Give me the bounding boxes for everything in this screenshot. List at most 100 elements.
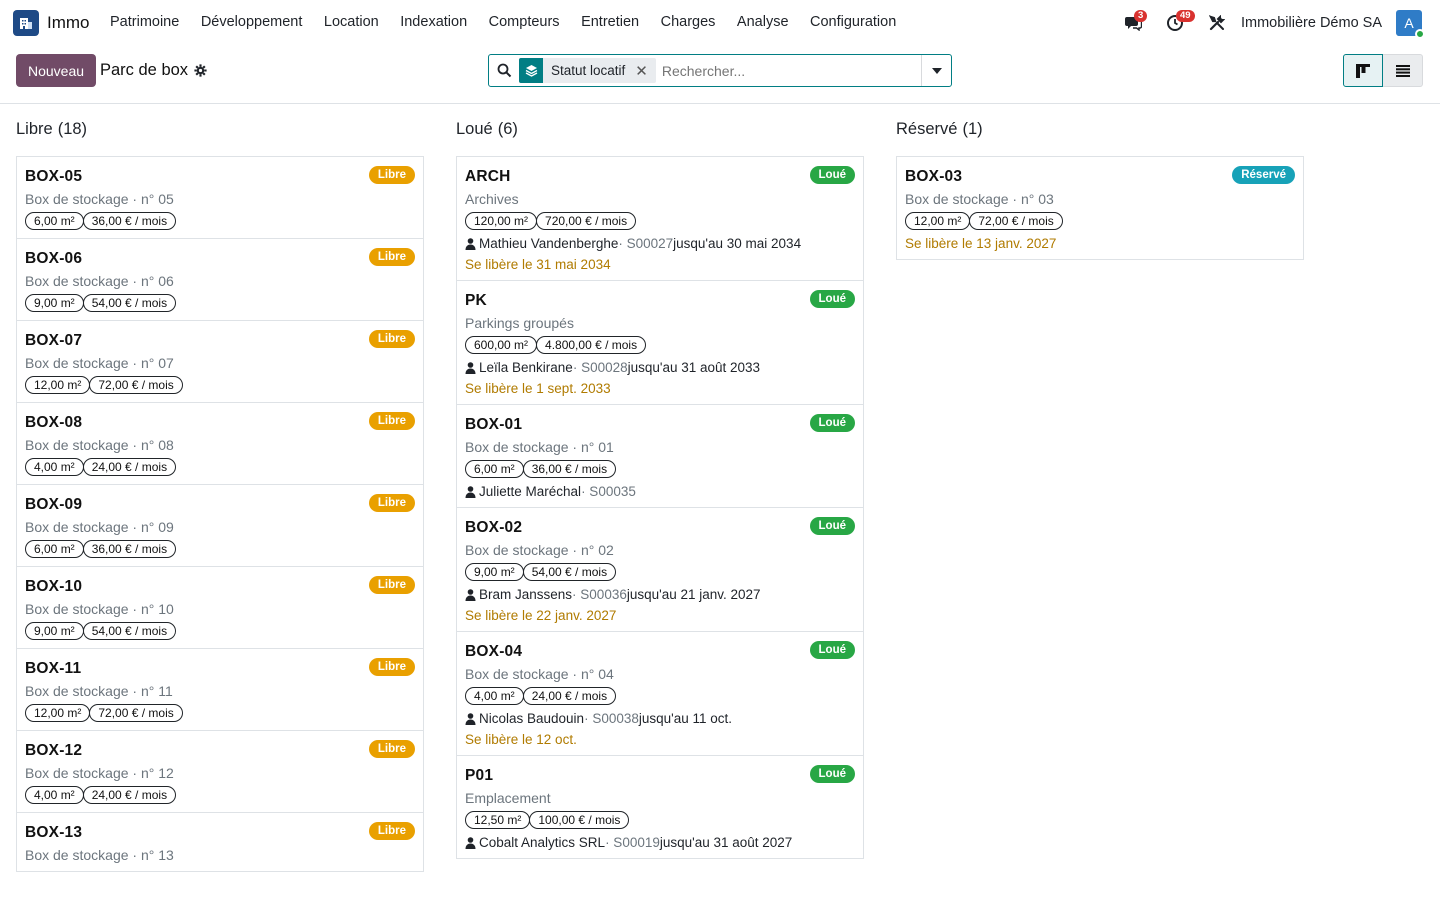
area-tag: 6,00 m² [25, 212, 84, 230]
column-header[interactable]: Libre (18) [16, 104, 424, 156]
contract-ref: · S00035 [581, 484, 636, 499]
kanban-card[interactable]: BOX-01 Loué Box de stockage · n° 01 6,00 m²… [457, 405, 863, 508]
area-tag: 6,00 m² [465, 460, 524, 478]
rent-tag: 54,00 € / mois [82, 622, 177, 640]
kanban-card[interactable]: BOX-11 Libre Box de stockage · n° 11 12,00 … [17, 649, 423, 731]
menu-item-entretien[interactable]: Entretien [581, 14, 639, 30]
company-switcher[interactable]: Immobilière Démo SA [1241, 15, 1382, 31]
layers-icon [519, 58, 543, 83]
rent-tag: 720,00 € / mois [536, 212, 637, 230]
app-name[interactable]: Immo [47, 13, 90, 33]
card-subtitle: Box de stockage · n° 11 [25, 683, 173, 699]
activities-count-badge: 49 [1175, 10, 1195, 22]
menu-item-location[interactable]: Location [324, 14, 379, 30]
tenant-line: Cobalt Analytics SRL · S00019 jusqu'au 3… [465, 835, 855, 850]
facet-remove-icon[interactable]: ✕ [635, 62, 648, 80]
kanban-card[interactable]: PK Loué Parkings groupés 600,00 m² 4.800,00 … [457, 281, 863, 405]
menu-item-configuration[interactable]: Configuration [810, 14, 896, 30]
debug-tools-button[interactable] [1203, 9, 1231, 37]
card-name: BOX-07 [25, 332, 83, 349]
card-tags: 12,00 m² 72,00 € / mois [905, 212, 1295, 230]
card-name: BOX-01 [465, 416, 523, 433]
rent-tag: 100,00 € / mois [529, 811, 630, 829]
tenant-line: Juliette Maréchal · S00035 [465, 484, 855, 499]
kanban-card[interactable]: ARCH Loué Archives 120,00 m² 720,00 € / mois… [457, 157, 863, 281]
card-subtitle: Box de stockage · n° 04 [465, 666, 614, 682]
area-tag: 4,00 m² [25, 458, 84, 476]
search-bar: Statut locatif ✕ [488, 54, 952, 87]
kanban-card[interactable]: BOX-13 Libre Box de stockage · n° 13 [17, 813, 423, 871]
kanban-card[interactable]: BOX-07 Libre Box de stockage · n° 07 12,00 … [17, 321, 423, 403]
tenant-name: Bram Janssens [479, 587, 573, 602]
tenant-line: Leïla Benkirane · S00028 jusqu'au 31 aoû… [465, 360, 855, 375]
user-icon [465, 588, 476, 601]
card-subtitle: Box de stockage · n° 09 [25, 519, 174, 535]
contract-ref: · S00028 [572, 360, 628, 375]
search-icon[interactable] [489, 63, 519, 78]
release-date: Se libère le 1 sept. 2033 [465, 381, 611, 396]
rent-tag: 72,00 € / mois [89, 704, 183, 722]
menu-item-patrimoine[interactable]: Patrimoine [110, 14, 179, 30]
card-name: BOX-13 [25, 824, 83, 841]
card-subtitle: Box de stockage · n° 07 [25, 355, 174, 371]
kanban-card[interactable]: BOX-04 Loué Box de stockage · n° 04 4,00 m²… [457, 632, 863, 756]
user-icon [465, 361, 476, 374]
rent-tag: 24,00 € / mois [82, 458, 177, 476]
kanban-card[interactable]: P01 Loué Emplacement 12,50 m² 100,00 € / moi… [457, 756, 863, 858]
card-tags: 12,00 m² 72,00 € / mois [25, 376, 415, 394]
status-badge: Libre [368, 658, 415, 676]
kanban-view-button[interactable] [1343, 54, 1383, 87]
list-view-button[interactable] [1383, 54, 1423, 87]
facet-label: Statut locatif [551, 63, 626, 78]
list-icon [1395, 64, 1410, 77]
user-avatar[interactable]: A [1396, 10, 1425, 39]
card-tags: 12,00 m² 72,00 € / mois [25, 704, 415, 722]
kanban-card[interactable]: BOX-10 Libre Box de stockage · n° 10 9,00 m… [17, 567, 423, 649]
menu-item-compteurs[interactable]: Compteurs [489, 14, 560, 30]
menu-item-charges[interactable]: Charges [661, 14, 716, 30]
new-button[interactable]: Nouveau [16, 54, 96, 87]
menu-item-developpement[interactable]: Développement [201, 14, 303, 30]
area-tag: 120,00 m² [465, 212, 538, 230]
card-tags: 12,50 m² 100,00 € / mois [465, 811, 855, 829]
menu-item-analyse[interactable]: Analyse [737, 14, 789, 30]
messages-count-badge: 3 [1133, 10, 1148, 22]
activities-button[interactable]: 49 [1161, 9, 1195, 37]
contract-end: jusqu'au 21 janv. 2027 [626, 587, 761, 602]
area-tag: 9,00 m² [25, 294, 84, 312]
kanban-card[interactable]: BOX-03 Réservé Box de stockage · n° 03 12,0… [897, 157, 1303, 259]
rent-tag: 24,00 € / mois [82, 786, 177, 804]
card-tags: 6,00 m² 36,00 € / mois [25, 212, 415, 230]
search-options-toggle[interactable] [921, 55, 951, 86]
area-tag: 12,00 m² [25, 376, 91, 394]
tenant-name: Leïla Benkirane [479, 360, 573, 375]
menu-item-indexation[interactable]: Indexation [400, 14, 467, 30]
card-name: ARCH [465, 168, 511, 185]
contract-ref: · S00036 [572, 587, 627, 602]
kanban-card[interactable]: BOX-02 Loué Box de stockage · n° 02 9,00 m²… [457, 508, 863, 632]
building-icon[interactable] [13, 10, 39, 36]
kanban-card[interactable]: BOX-08 Libre Box de stockage · n° 08 4,00 m… [17, 403, 423, 485]
card-name: BOX-05 [25, 168, 83, 185]
column-count: (6) [497, 120, 518, 138]
column-count: (1) [962, 120, 983, 138]
status-badge: Loué [809, 765, 855, 783]
status-badge: Libre [368, 494, 415, 512]
messaging-button[interactable]: 3 [1119, 9, 1148, 37]
card-name: P01 [465, 767, 494, 784]
kanban-card[interactable]: BOX-06 Libre Box de stockage · n° 06 9,00 m… [17, 239, 423, 321]
kanban-card[interactable]: BOX-12 Libre Box de stockage · n° 12 4,00 m… [17, 731, 423, 813]
status-badge: Loué [809, 166, 855, 184]
search-input[interactable] [659, 62, 921, 79]
card-subtitle: Box de stockage · n° 03 [905, 191, 1054, 207]
kanban-card[interactable]: BOX-05 Libre Box de stockage · n° 05 6,00 m… [17, 157, 423, 239]
rent-tag: 36,00 € / mois [82, 212, 177, 230]
card-subtitle: Emplacement [465, 790, 551, 806]
release-date: Se libère le 22 janv. 2027 [465, 608, 617, 623]
column-header[interactable]: Loué (6) [456, 104, 864, 156]
user-icon [465, 712, 476, 725]
column-header[interactable]: Réservé (1) [896, 104, 1304, 156]
gear-icon[interactable] [194, 64, 207, 77]
kanban-card[interactable]: BOX-09 Libre Box de stockage · n° 09 6,00 m… [17, 485, 423, 567]
rent-tag: 54,00 € / mois [522, 563, 617, 581]
